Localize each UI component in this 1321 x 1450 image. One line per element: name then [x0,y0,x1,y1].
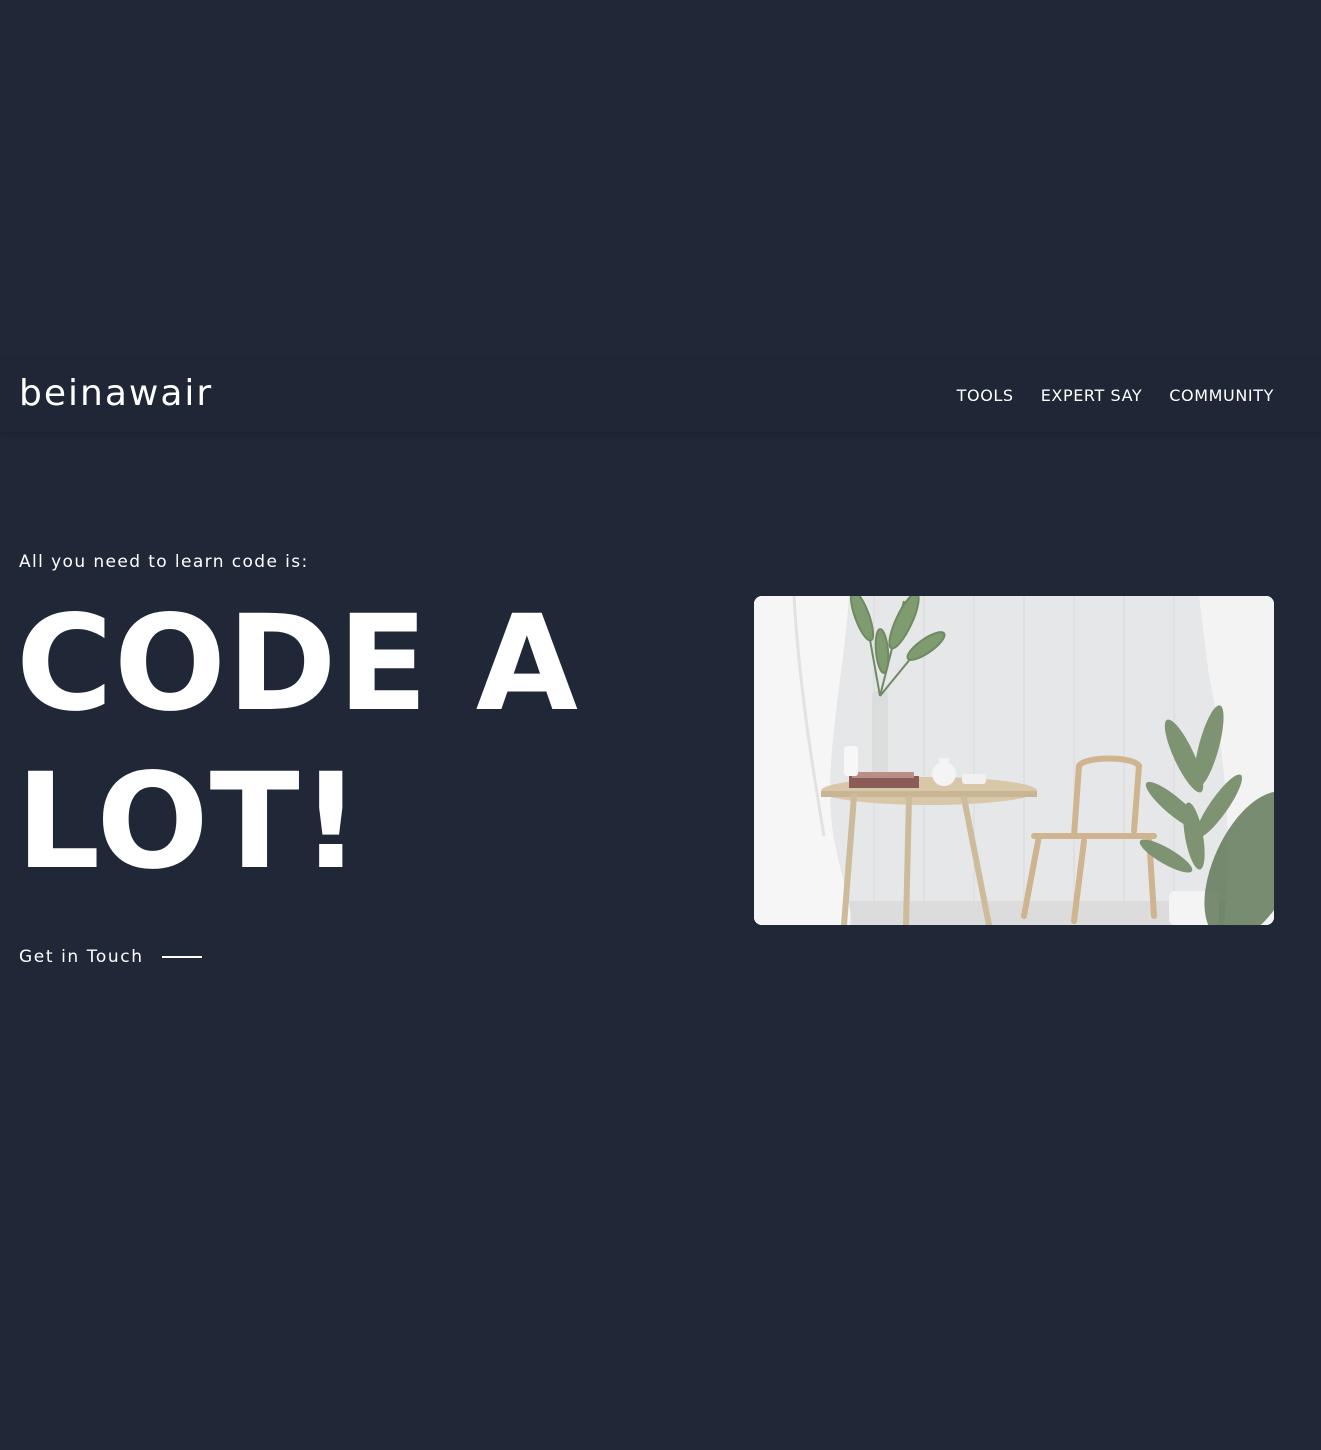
get-in-touch-link[interactable]: Get in Touch [19,947,202,967]
interior-photo-illustration [754,596,1274,925]
hero-image [754,596,1274,925]
page: beinawair TOOLS EXPERT SAY COMMUNITY All… [0,0,1321,1450]
nav-link-tools[interactable]: TOOLS [957,386,1014,405]
hero-title-line2: LOT! [16,745,362,899]
hero-title-line1: CODE A [16,587,579,741]
nav-links: TOOLS EXPERT SAY COMMUNITY [957,386,1274,405]
brand-logo[interactable]: beinawair [19,373,213,414]
hero-kicker: All you need to learn code is: [19,552,309,572]
navbar: beinawair TOOLS EXPERT SAY COMMUNITY [0,358,1321,432]
hero-title: CODE A LOT! [16,585,656,901]
arrow-line-icon [161,956,202,958]
nav-link-community[interactable]: COMMUNITY [1169,386,1274,405]
get-in-touch-label: Get in Touch [19,947,144,967]
nav-link-expert-say[interactable]: EXPERT SAY [1041,386,1143,405]
